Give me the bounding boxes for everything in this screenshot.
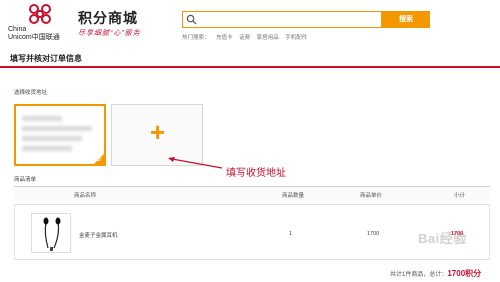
search-icon — [186, 14, 197, 25]
order-summary: 共计1件商品，总计：1700积分 — [390, 268, 481, 279]
table-header: 商品名称 商品数量 商品单价 小计 — [14, 186, 490, 200]
blurred-address-line — [22, 136, 82, 141]
address-section-label: 选择收货地址 — [14, 90, 48, 96]
china-unicom-logo-icon — [29, 4, 51, 24]
product-quantity: 1 — [289, 231, 293, 237]
blurred-address-line — [22, 146, 72, 151]
blurred-address-line — [22, 126, 92, 131]
product-image[interactable] — [31, 213, 71, 253]
blurred-address-line — [22, 116, 62, 121]
brand-title: 积分商城 — [78, 10, 138, 26]
hot-search-item[interactable]: 手机配件 — [285, 35, 307, 41]
header: China Unicom中国联通 积分商城 尽享细腻“心”服务 搜索 热门搜索：… — [0, 0, 500, 46]
hot-search-item[interactable]: 话费 — [239, 35, 250, 41]
hot-search-item[interactable]: 充值卡 — [216, 35, 233, 41]
hot-search-label: 热门搜索： — [182, 35, 210, 41]
column-header: 商品名称 — [74, 193, 97, 199]
annotation-arrow-icon — [168, 157, 223, 169]
logo-line2: Unicom中国联通 — [8, 34, 60, 41]
column-header: 商品数量 — [282, 193, 305, 199]
product-unit-price: 1700 — [367, 231, 380, 237]
order-total: 1700积分 — [447, 269, 482, 278]
summary-text: 共计1件商品，总计： — [390, 272, 448, 278]
logo-text: China Unicom中国联通 — [8, 26, 60, 42]
logo-line1: China — [8, 26, 27, 33]
hot-search-item[interactable]: 家居用品 — [257, 35, 279, 41]
annotation-text: 填写收货地址 — [226, 168, 286, 179]
search-input[interactable] — [182, 11, 382, 28]
column-header: 小计 — [454, 193, 466, 199]
search-button[interactable]: 搜索 — [382, 11, 430, 28]
product-name[interactable]: 金麦子金属耳机 — [79, 231, 118, 239]
watermark: Bai经验 — [418, 231, 467, 246]
address-card-selected[interactable]: ✓ — [14, 104, 106, 166]
brand-slogan: 尽享细腻“心”服务 — [78, 30, 141, 37]
checkmark-icon: ✓ — [97, 157, 103, 164]
hot-search: 热门搜索： 充值卡 话费 家居用品 手机配件 — [182, 33, 312, 41]
earphone-icon — [43, 217, 61, 251]
page-title: 填写并核对订单信息 — [10, 54, 82, 63]
plus-icon: + — [150, 117, 166, 147]
column-header: 商品单价 — [360, 193, 383, 199]
title-divider — [0, 66, 500, 68]
products-section-label: 商品清单 — [14, 177, 37, 183]
